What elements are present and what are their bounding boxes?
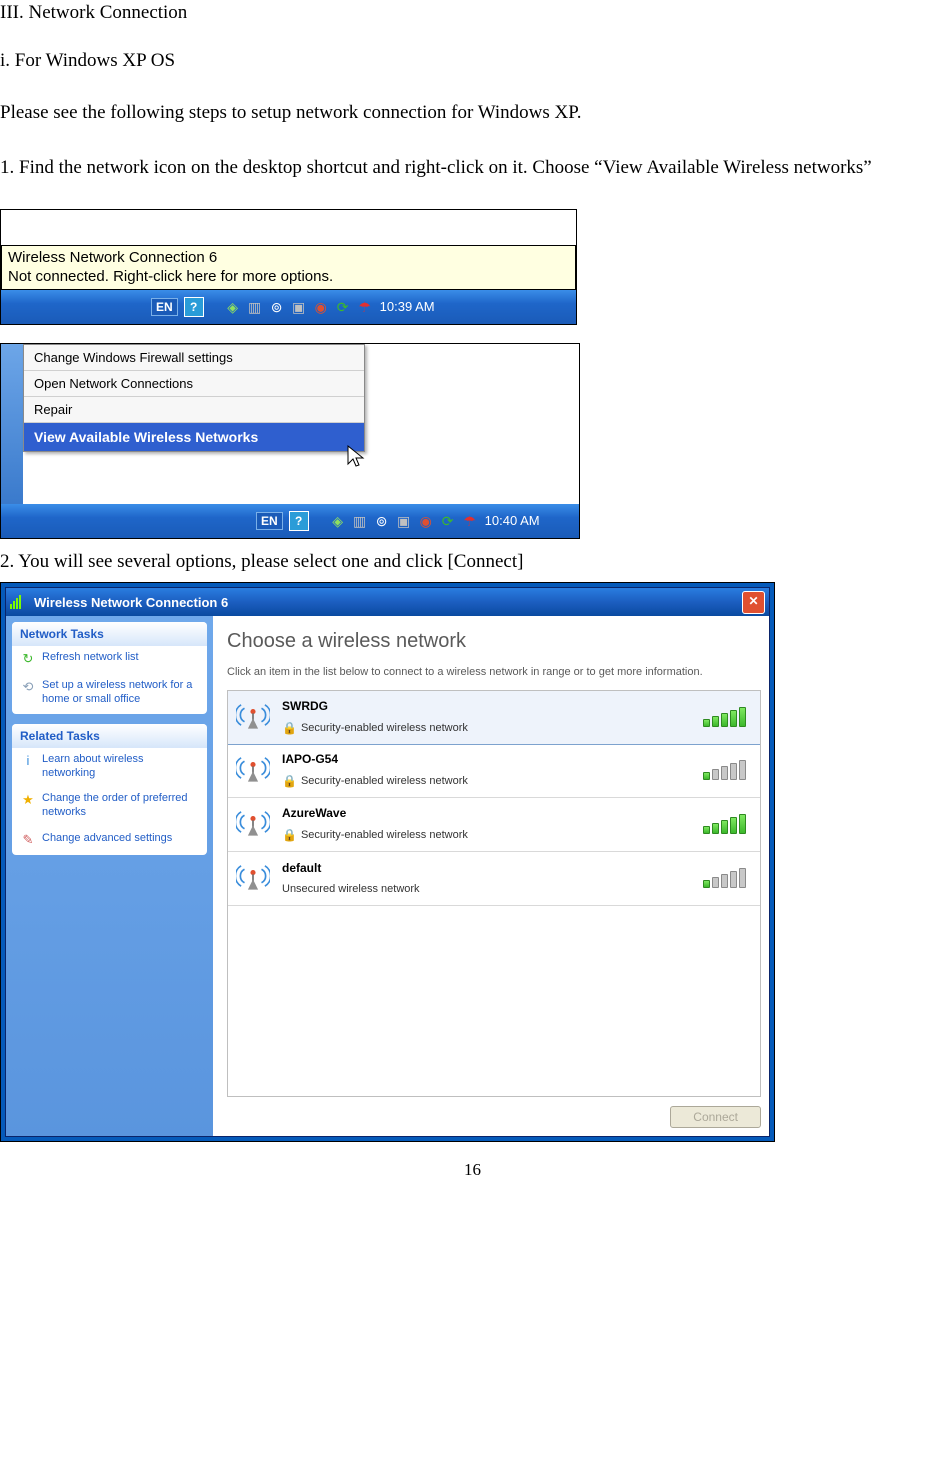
signal-bars-icon: [703, 868, 746, 888]
taskbar: EN ? ◈ ▥ ⊚ ▣ ◉ ⟳ ☂ 10:39 AM: [1, 290, 576, 324]
network-text: default Unsecured wireless network: [282, 861, 693, 895]
monitor-icon[interactable]: ▣: [395, 513, 413, 529]
refresh-icon[interactable]: ⟳: [334, 299, 352, 315]
network-item[interactable]: default Unsecured wireless network: [228, 852, 760, 906]
main-pane: Choose a wireless network Click an item …: [213, 616, 769, 1136]
wireless-window: Wireless Network Connection 6 ✕ Network …: [5, 587, 770, 1137]
tooltip: Wireless Network Connection 6 Not connec…: [1, 245, 576, 290]
antenna-icon: [234, 752, 272, 789]
help-indicator-icon[interactable]: ?: [184, 297, 204, 317]
signal-bars-icon: [703, 814, 746, 834]
link-label: Change advanced settings: [42, 832, 172, 846]
context-menu: Change Windows Firewall settings Open Ne…: [23, 344, 365, 452]
shield-icon[interactable]: ◉: [312, 299, 330, 315]
shield-icon[interactable]: ◉: [417, 513, 435, 529]
network-off-icon[interactable]: ▥: [246, 299, 264, 315]
tooltip-line2: Not connected. Right-click here for more…: [8, 268, 333, 285]
signal-bars-icon: [703, 760, 746, 780]
panel-title: Related Tasks: [12, 724, 207, 748]
choose-heading: Choose a wireless network: [227, 630, 761, 653]
window-title: Wireless Network Connection 6: [34, 595, 228, 610]
sidebar: Network Tasks ↻ Refresh network list ⟲ Set …: [6, 616, 213, 1136]
lock-icon: 🔒: [282, 721, 297, 735]
network-name: IAPO-G54: [282, 752, 693, 766]
link-icon: ★: [20, 792, 36, 808]
link-icon: ⟲: [20, 679, 36, 695]
network-item[interactable]: IAPO-G54 🔒Security-enabled wireless netwo…: [228, 744, 760, 798]
clock: 10:40 AM: [485, 513, 540, 528]
antenna-icon: [234, 699, 272, 736]
connect-button[interactable]: Connect: [670, 1106, 761, 1128]
antenna-icon: [234, 860, 272, 897]
antivirus-icon[interactable]: ☂: [461, 513, 479, 529]
step-2: 2. You will see several options, please …: [0, 547, 945, 576]
network-security: Unsecured wireless network: [282, 883, 693, 895]
related-task-link-1[interactable]: ★ Change the order of preferred networks: [12, 787, 207, 827]
screenshot-tooltip: Wireless Network Connection 6 Not connec…: [0, 209, 577, 325]
link-label: Change the order of preferred networks: [42, 792, 199, 820]
network-task-link-0[interactable]: ↻ Refresh network list: [12, 646, 207, 674]
tooltip-line1: Wireless Network Connection 6: [8, 249, 217, 266]
safely-remove-icon[interactable]: ◈: [329, 513, 347, 529]
page-number: 16: [0, 1160, 945, 1180]
safely-remove-icon[interactable]: ◈: [224, 299, 242, 315]
panel-network-tasks: Network Tasks ↻ Refresh network list ⟲ Set …: [12, 622, 207, 714]
window-titlebar[interactable]: Wireless Network Connection 6 ✕: [6, 588, 769, 616]
taskbar-2: EN ? ◈ ▥ ⊚ ▣ ◉ ⟳ ☂ 10:40 AM: [1, 504, 579, 538]
language-indicator[interactable]: EN: [256, 512, 283, 530]
language-indicator[interactable]: EN: [151, 298, 178, 316]
close-icon[interactable]: ✕: [742, 591, 765, 614]
link-label: Set up a wireless network for a home or …: [42, 679, 199, 707]
choose-subtext: Click an item in the list below to conne…: [227, 665, 761, 679]
refresh-icon[interactable]: ⟳: [439, 513, 457, 529]
network-item[interactable]: AzureWave 🔒Security-enabled wireless netw…: [228, 798, 760, 852]
ctx-repair[interactable]: Repair: [24, 397, 364, 423]
link-label: Refresh network list: [42, 651, 139, 665]
help-indicator-icon[interactable]: ?: [289, 511, 309, 531]
clock: 10:39 AM: [380, 299, 435, 314]
network-text: SWRDG 🔒Security-enabled wireless network: [282, 699, 693, 735]
system-tray: ◈ ▥ ⊚ ▣ ◉ ⟳ ☂: [224, 299, 374, 315]
step-1: 1. Find the network icon on the desktop …: [0, 153, 945, 182]
network-task-link-1[interactable]: ⟲ Set up a wireless network for a home or…: [12, 674, 207, 714]
screenshot-context-menu: Change Windows Firewall settings Open Ne…: [0, 343, 580, 539]
intro-text: Please see the following steps to setup …: [0, 98, 945, 127]
link-icon: i: [20, 753, 36, 769]
network-list: SWRDG🔒Security-enabled wireless networkI…: [227, 690, 761, 1098]
ctx-view-wireless[interactable]: View Available Wireless Networks: [24, 423, 364, 451]
ctx-open-connections[interactable]: Open Network Connections: [24, 371, 364, 397]
panel-title: Network Tasks: [12, 622, 207, 646]
screenshot-wireless-window: Wireless Network Connection 6 ✕ Network …: [0, 582, 775, 1142]
subsection-heading: i. For Windows XP OS: [0, 50, 945, 72]
system-tray: ◈ ▥ ⊚ ▣ ◉ ⟳ ☂: [329, 513, 479, 529]
network-security: 🔒Security-enabled wireless network: [282, 774, 693, 788]
link-icon: ↻: [20, 651, 36, 667]
panel-related-tasks: Related Tasks i Learn about wireless netw…: [12, 724, 207, 855]
network-security: 🔒Security-enabled wireless network: [282, 828, 693, 842]
network-name: default: [282, 861, 693, 875]
network-off-icon[interactable]: ▥: [351, 513, 369, 529]
network-text: AzureWave 🔒Security-enabled wireless netw…: [282, 806, 693, 842]
antenna-icon: [234, 806, 272, 843]
related-task-link-0[interactable]: i Learn about wireless networking: [12, 748, 207, 788]
link-icon: ✎: [20, 832, 36, 848]
wireless-title-icon: [10, 594, 28, 610]
ctx-firewall[interactable]: Change Windows Firewall settings: [24, 345, 364, 371]
network-name: SWRDG: [282, 699, 693, 713]
signal-bars-icon: [703, 707, 746, 727]
lock-icon: 🔒: [282, 828, 297, 842]
network-text: IAPO-G54 🔒Security-enabled wireless netwo…: [282, 752, 693, 788]
section-heading: III. Network Connection: [0, 2, 945, 24]
monitor-icon[interactable]: ▣: [290, 299, 308, 315]
network-security: 🔒Security-enabled wireless network: [282, 721, 693, 735]
network-name: AzureWave: [282, 806, 693, 820]
wireless-icon[interactable]: ⊚: [373, 513, 391, 529]
lock-icon: 🔒: [282, 774, 297, 788]
wireless-icon[interactable]: ⊚: [268, 299, 286, 315]
link-label: Learn about wireless networking: [42, 753, 199, 781]
network-item[interactable]: SWRDG 🔒Security-enabled wireless network: [227, 690, 761, 745]
related-task-link-2[interactable]: ✎ Change advanced settings: [12, 827, 207, 855]
antivirus-icon[interactable]: ☂: [356, 299, 374, 315]
